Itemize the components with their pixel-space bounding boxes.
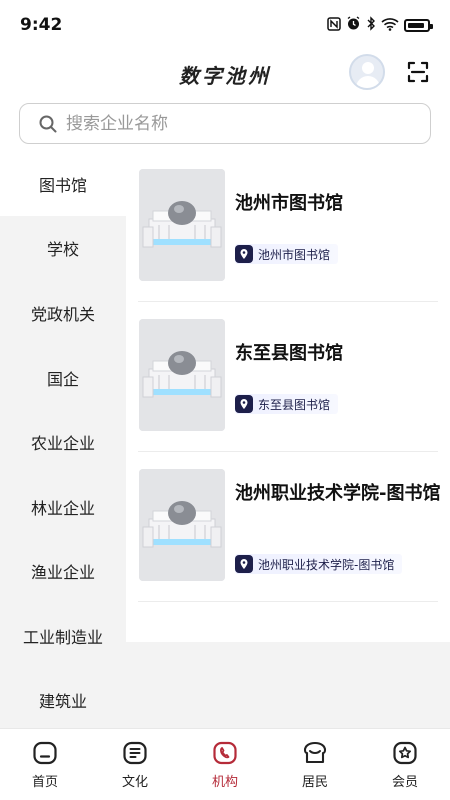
resident-icon	[303, 741, 327, 764]
library-thumbnail	[139, 469, 225, 581]
tab-label: 会员	[391, 775, 418, 790]
item-tag: 池州职业技术学院-图书馆	[235, 554, 403, 574]
tab-label: 机构	[211, 775, 238, 790]
library-thumbnail	[139, 169, 225, 281]
sidebar-item-state-enterprise[interactable]: 国企	[0, 346, 126, 410]
tab-member[interactable]: 会员	[360, 729, 450, 800]
category-sidebar: 图书馆 学校 党政机关 国企 农业企业 林业企业 渔业企业 工业制造业 建筑业	[0, 152, 126, 728]
status-icons	[327, 16, 433, 35]
tab-label: 首页	[31, 775, 58, 790]
tab-institution[interactable]: 机构	[180, 729, 270, 800]
sidebar-item-construction[interactable]: 建筑业	[0, 668, 126, 732]
tab-label: 文化	[121, 775, 148, 790]
sidebar-item-fishery[interactable]: 渔业企业	[0, 539, 126, 603]
status-time: 9:42	[20, 15, 63, 35]
tab-label: 居民	[301, 775, 328, 790]
sidebar-item-school[interactable]: 学校	[0, 216, 126, 280]
item-tag-label: 池州职业技术学院-图书馆	[258, 557, 395, 572]
avatar[interactable]	[349, 54, 385, 90]
search-input[interactable]	[66, 113, 386, 134]
item-tag-label: 东至县图书馆	[258, 397, 331, 412]
sidebar-item-library[interactable]: 图书馆	[0, 152, 126, 216]
location-pin-icon	[235, 395, 253, 413]
content-area: 图书馆 学校 党政机关 国企 农业企业 林业企业 渔业企业 工业制造业 建筑业	[0, 152, 450, 728]
sidebar-item-manufacturing[interactable]: 工业制造业	[0, 604, 126, 668]
item-title: 东至县图书馆	[235, 343, 343, 364]
search-bar[interactable]	[19, 103, 431, 144]
sidebar-item-forestry[interactable]: 林业企业	[0, 475, 126, 539]
search-icon	[39, 115, 57, 132]
battery-icon	[404, 19, 433, 32]
alarm-icon	[346, 16, 361, 35]
tab-culture[interactable]: 文化	[90, 729, 180, 800]
item-tag: 东至县图书馆	[235, 394, 339, 414]
item-title: 池州市图书馆	[235, 193, 343, 214]
sidebar-item-government[interactable]: 党政机关	[0, 281, 126, 345]
tab-resident[interactable]: 居民	[270, 729, 360, 800]
culture-icon	[123, 741, 147, 765]
list-item[interactable]: 池州职业技术学院-图书馆 池州职业技术学院-图书馆	[138, 452, 441, 602]
nfc-icon	[327, 16, 341, 35]
member-icon	[393, 741, 417, 765]
library-thumbnail	[139, 319, 225, 431]
item-tag: 池州市图书馆	[235, 244, 339, 264]
institution-list: 池州市图书馆 池州市图书馆 东至县图书馆 东至县图书馆 池州职业技术学院-图书馆…	[126, 152, 450, 642]
list-item[interactable]: 东至县图书馆 东至县图书馆	[138, 302, 438, 452]
location-pin-icon	[235, 245, 253, 263]
home-icon	[33, 741, 57, 765]
tab-home[interactable]: 首页	[0, 729, 90, 800]
item-title: 池州职业技术学院-图书馆	[235, 483, 441, 504]
bottom-tab-bar: 首页 文化 机构 居民 会员	[0, 728, 450, 800]
list-item[interactable]: 池州市图书馆 池州市图书馆	[138, 152, 438, 302]
sidebar-item-agriculture[interactable]: 农业企业	[0, 410, 126, 474]
bluetooth-icon	[366, 16, 376, 35]
item-tag-label: 池州市图书馆	[258, 247, 331, 262]
app-header: 数字池州	[0, 50, 450, 98]
location-pin-icon	[235, 555, 253, 573]
wifi-icon	[381, 17, 399, 35]
scan-icon[interactable]	[406, 60, 430, 84]
institution-icon	[213, 741, 237, 765]
status-bar: 9:42	[0, 0, 450, 50]
